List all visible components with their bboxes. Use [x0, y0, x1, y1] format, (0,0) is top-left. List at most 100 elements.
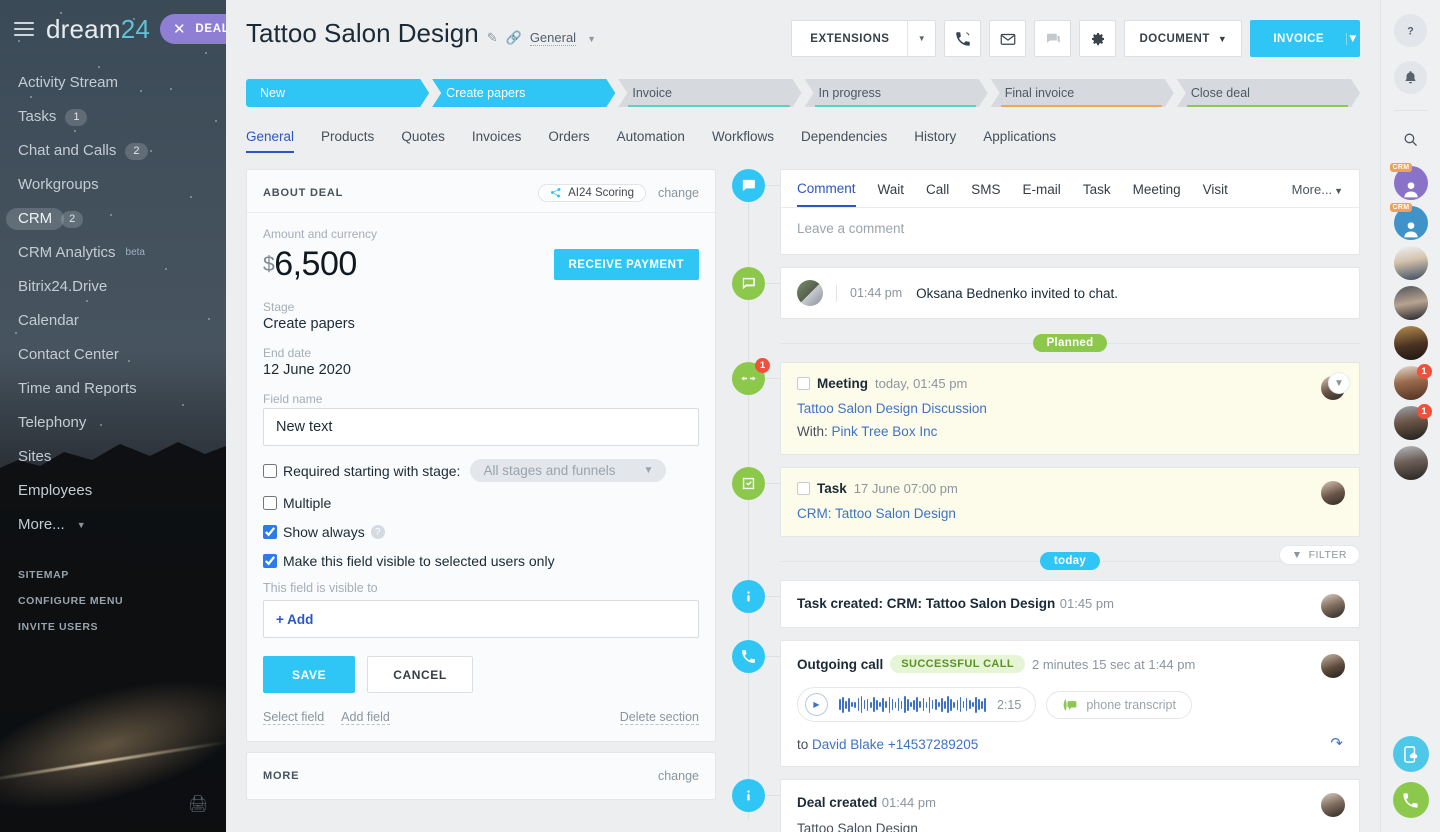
avatar-crm-1[interactable]: CRM: [1394, 166, 1428, 200]
meeting-with-company[interactable]: Pink Tree Box Inc: [832, 424, 938, 439]
close-icon[interactable]: ✕: [173, 22, 186, 37]
task-subject-link[interactable]: CRM: Tattoo Salon Design: [797, 506, 1343, 521]
sidebar-item-workgroups[interactable]: Workgroups: [0, 168, 226, 202]
select-field-link[interactable]: Select field: [263, 710, 324, 725]
tab-products[interactable]: Products: [321, 129, 374, 153]
end-date-value[interactable]: 12 June 2020: [263, 362, 699, 378]
avatar[interactable]: [1321, 594, 1345, 618]
comment-input[interactable]: Leave a comment: [781, 208, 1359, 254]
save-button[interactable]: SAVE: [263, 656, 355, 693]
sidebar-item-contact-center[interactable]: Contact Center: [0, 338, 226, 372]
sidebar-link-configure-menu[interactable]: CONFIGURE MENU: [0, 588, 226, 614]
meeting-subject-link[interactable]: Tattoo Salon Design Discussion: [797, 401, 1343, 416]
avatar-user-8[interactable]: [1394, 446, 1428, 480]
filter-button[interactable]: ▼ FILTER: [1279, 545, 1360, 565]
activity-tab-sms[interactable]: SMS: [971, 182, 1000, 206]
play-icon[interactable]: ▶: [805, 693, 828, 716]
category-selector[interactable]: General: [530, 30, 576, 46]
stage-new[interactable]: New: [246, 79, 429, 107]
call-to-name[interactable]: David Blake: [812, 737, 884, 752]
sidebar-item-crm-analytics[interactable]: CRM Analytics beta: [0, 236, 226, 270]
meeting-complete-checkbox[interactable]: [797, 377, 810, 390]
link-icon[interactable]: 🔗: [506, 30, 522, 46]
more-change-link[interactable]: change: [658, 769, 699, 783]
tab-history[interactable]: History: [914, 129, 956, 153]
tab-general[interactable]: General: [246, 129, 294, 153]
required-stage-checkbox[interactable]: [263, 464, 277, 478]
avatar[interactable]: [797, 280, 823, 306]
stage-close-deal[interactable]: Close deal: [1177, 79, 1360, 107]
sidebar-item-crm[interactable]: CRM 2: [0, 202, 226, 236]
sidebar-link-sitemap[interactable]: SITEMAP: [0, 562, 226, 588]
stage-final-invoice[interactable]: Final invoice: [991, 79, 1174, 107]
call-fab-button[interactable]: [1393, 782, 1429, 818]
app-logo[interactable]: dream24: [46, 14, 150, 45]
extensions-button[interactable]: EXTENSIONS ▼: [791, 20, 936, 57]
tab-quotes[interactable]: Quotes: [401, 129, 445, 153]
sidebar-item-calendar[interactable]: Calendar: [0, 304, 226, 338]
sidebar-item-more[interactable]: More... ▼: [0, 508, 226, 542]
activity-tab-visit[interactable]: Visit: [1203, 182, 1228, 206]
avatar-crm-2[interactable]: CRM: [1394, 206, 1428, 240]
multiple-checkbox[interactable]: [263, 496, 277, 510]
mobile-app-button[interactable]: [1393, 736, 1429, 772]
sidebar-link-invite-users[interactable]: INVITE USERS: [0, 614, 226, 640]
chat-button[interactable]: [1034, 20, 1071, 57]
activity-tabs-more[interactable]: More...▼: [1292, 182, 1343, 206]
chevron-down-icon[interactable]: ▼: [907, 21, 935, 56]
invoice-button[interactable]: INVOICE ▼: [1250, 20, 1360, 57]
activity-tab-comment[interactable]: Comment: [797, 181, 856, 207]
stage-create-papers[interactable]: Create papers: [432, 79, 615, 107]
sidebar-item-tasks[interactable]: Tasks 1: [0, 100, 226, 134]
avatar[interactable]: [1321, 793, 1345, 817]
audio-player[interactable]: ▶: [797, 687, 1036, 722]
add-field-link[interactable]: Add field: [341, 710, 390, 725]
edit-pencil-icon[interactable]: ✎: [487, 30, 498, 46]
settings-button[interactable]: [1079, 20, 1116, 57]
avatar[interactable]: [1321, 654, 1345, 678]
tab-dependencies[interactable]: Dependencies: [801, 129, 887, 153]
deal-pill-button[interactable]: ✕ DEAL: [160, 14, 226, 44]
tab-orders[interactable]: Orders: [548, 129, 589, 153]
search-button[interactable]: [1394, 123, 1427, 156]
activity-tab-task[interactable]: Task: [1083, 182, 1111, 206]
sidebar-item-chat-and-calls[interactable]: Chat and Calls 2: [0, 134, 226, 168]
call-button[interactable]: [944, 20, 981, 57]
activity-tab-meeting[interactable]: Meeting: [1133, 182, 1181, 206]
avatar[interactable]: [1321, 481, 1345, 505]
tab-automation[interactable]: Automation: [617, 129, 685, 153]
menu-toggle-icon[interactable]: [14, 22, 34, 36]
stage-scope-select[interactable]: All stages and funnels ▼: [470, 459, 666, 482]
phone-transcript-button[interactable]: phone transcript: [1046, 691, 1192, 719]
tab-applications[interactable]: Applications: [983, 129, 1056, 153]
activity-tab-call[interactable]: Call: [926, 182, 949, 206]
call-to-phone[interactable]: +14537289205: [888, 737, 978, 752]
sidebar-item-time-and-reports[interactable]: Time and Reports: [0, 372, 226, 406]
add-user-button[interactable]: + Add: [263, 600, 699, 638]
visible-users-checkbox[interactable]: [263, 554, 277, 568]
field-name-input[interactable]: [263, 408, 699, 446]
activity-tab-wait[interactable]: Wait: [878, 182, 905, 206]
sidebar-item-telephony[interactable]: Telephony: [0, 406, 226, 440]
help-icon[interactable]: ?: [371, 525, 385, 539]
stage-in-progress[interactable]: In progress: [805, 79, 988, 107]
sidebar-item-sites[interactable]: Sites: [0, 440, 226, 474]
sidebar-item-bitrix24-drive[interactable]: Bitrix24.Drive: [0, 270, 226, 304]
chevron-down-icon[interactable]: ▼: [587, 34, 596, 44]
printer-icon[interactable]: 🖨: [188, 794, 208, 814]
receive-payment-button[interactable]: RECEIVE PAYMENT: [554, 249, 700, 280]
show-always-checkbox[interactable]: [263, 525, 277, 539]
tab-workflows[interactable]: Workflows: [712, 129, 774, 153]
chevron-down-icon[interactable]: ▼: [1346, 33, 1359, 45]
stage-value[interactable]: Create papers: [263, 316, 699, 332]
collapse-icon[interactable]: ▼: [1328, 372, 1350, 394]
task-complete-checkbox[interactable]: [797, 482, 810, 495]
change-link[interactable]: change: [658, 186, 699, 200]
avatar-user-4[interactable]: [1394, 286, 1428, 320]
avatar-user-6[interactable]: 1: [1394, 366, 1428, 400]
chevron-down-icon[interactable]: ▼: [1218, 34, 1227, 44]
waveform[interactable]: [839, 695, 986, 714]
call-outgoing-icon[interactable]: ↷: [1330, 734, 1343, 752]
ai-scoring-badge[interactable]: AI24 Scoring: [538, 184, 646, 202]
stage-invoice[interactable]: Invoice: [618, 79, 801, 107]
